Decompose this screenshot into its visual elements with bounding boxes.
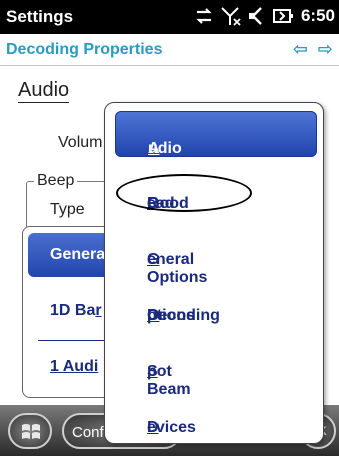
- beep-group-label: Beep: [34, 172, 78, 190]
- signal-off-icon[interactable]: [220, 5, 242, 27]
- menu-item-general-options[interactable]: General Options: [115, 223, 317, 286]
- sub-header: Decoding Properties ⇦ ⇨: [0, 34, 339, 66]
- app-title: Settings: [6, 7, 74, 26]
- menu-item-audio[interactable]: Audio: [115, 111, 317, 157]
- section-heading: Audio: [18, 79, 70, 103]
- volume-label: Volum: [58, 134, 103, 151]
- conf-button-label: Conf: [72, 424, 104, 441]
- type-label: Type: [50, 201, 85, 218]
- status-icons: 6:50: [193, 5, 335, 27]
- menu-item-devices[interactable]: Devices: [115, 391, 317, 437]
- windows-logo-icon: [22, 424, 40, 439]
- back-arrow-icon[interactable]: ⇦: [293, 40, 308, 58]
- underlying-menu-item[interactable]: 1 Audi: [50, 358, 98, 376]
- volume-icon[interactable]: [247, 6, 267, 26]
- status-bar: Settings 6:50: [0, 0, 339, 34]
- underlying-menu-item[interactable]: 1D Bar: [50, 302, 102, 320]
- sync-icon[interactable]: [193, 6, 215, 26]
- battery-icon[interactable]: [272, 6, 294, 26]
- menu-item-spot-beam[interactable]: Spot Beam: [115, 335, 317, 398]
- start-button[interactable]: [8, 413, 52, 449]
- menu-item-decoding-options[interactable]: Decoding Options: [115, 279, 317, 325]
- popup-menu: Audio Good Read General Options Decoding…: [104, 102, 324, 444]
- clock[interactable]: 6:50: [301, 6, 335, 26]
- nav-arrows: ⇦ ⇨: [293, 40, 333, 58]
- page-title: Decoding Properties: [6, 41, 163, 58]
- underlying-menu-selected-label: Genera: [50, 246, 106, 263]
- highlight-ellipse: [116, 174, 252, 212]
- forward-arrow-icon[interactable]: ⇨: [318, 40, 333, 58]
